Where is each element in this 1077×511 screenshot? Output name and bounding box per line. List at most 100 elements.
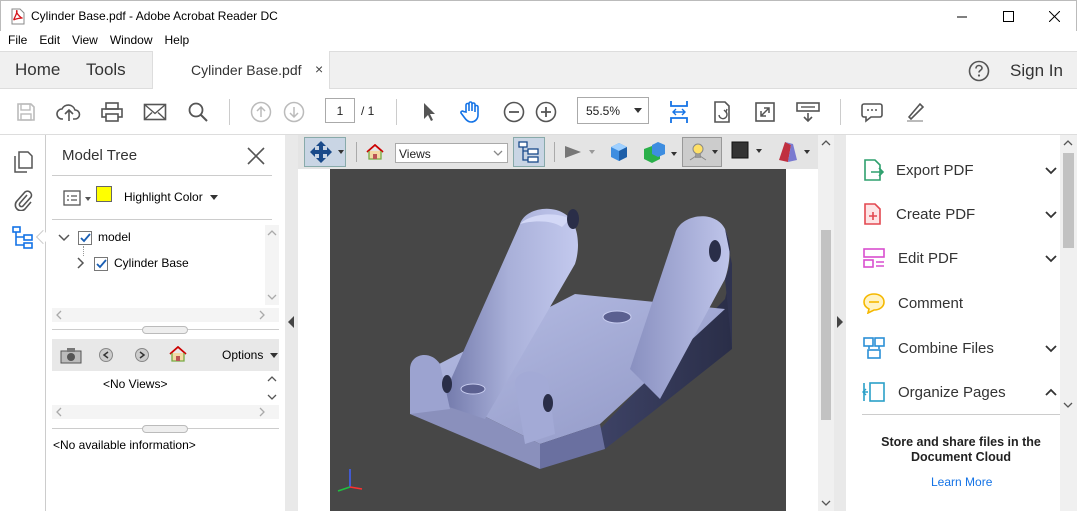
previous-view-icon[interactable] <box>99 348 113 362</box>
zoom-out-icon[interactable] <box>501 99 527 125</box>
zoom-level-value: 55.5% <box>586 104 621 118</box>
chevron-left-icon <box>288 316 295 328</box>
chevron-right-icon <box>837 316 844 328</box>
full-screen-icon[interactable] <box>752 99 778 125</box>
tree-horizontal-scrollbar[interactable] <box>52 308 279 322</box>
scroll-mode-icon[interactable] <box>795 99 821 125</box>
page-total-label: / 1 <box>361 104 375 118</box>
views-select[interactable]: Views <box>395 143 508 163</box>
scrollbar-thumb[interactable] <box>821 230 831 420</box>
collapse-left-panel-button[interactable] <box>285 135 298 511</box>
expand-chevron-right-icon[interactable] <box>76 257 86 269</box>
highlight-color-swatch[interactable] <box>96 186 112 202</box>
panel-splitter[interactable] <box>52 425 279 433</box>
search-icon[interactable] <box>185 99 211 125</box>
comment-tool-icon[interactable] <box>859 99 885 125</box>
document-cloud-promo: Store and share files in the Document Cl… <box>881 435 1041 464</box>
divider <box>52 175 272 176</box>
menu-window[interactable]: Window <box>110 31 159 51</box>
tree-options-icon[interactable] <box>63 189 93 207</box>
3d-rotate-tool-button[interactable] <box>304 137 346 167</box>
zoom-in-icon[interactable] <box>533 99 559 125</box>
divider <box>862 414 1060 415</box>
select-cursor-icon[interactable] <box>416 99 442 125</box>
sign-in-link[interactable]: Sign In <box>1010 61 1063 81</box>
page-thumbnails-icon[interactable] <box>13 151 33 173</box>
toolbar-separator <box>840 99 841 125</box>
projection-cube-icon[interactable] <box>608 141 630 163</box>
model-tree-panel: Model Tree Highlight Color model Cylinde… <box>47 135 285 511</box>
email-icon[interactable] <box>142 99 168 125</box>
acrobat-pdf-icon <box>10 8 26 25</box>
export-pdf-icon <box>862 158 884 182</box>
tree-item-cylinder-base[interactable]: Cylinder Base <box>114 256 189 270</box>
tree-vertical-scrollbar[interactable] <box>265 225 279 305</box>
expand-chevron-down-icon[interactable] <box>58 233 70 243</box>
tree-checkbox[interactable] <box>94 257 108 271</box>
tab-document[interactable]: Cylinder Base.pdf × <box>152 51 330 89</box>
page-number-input[interactable]: 1 <box>325 98 355 123</box>
collapse-right-panel-button[interactable] <box>834 135 846 511</box>
menu-file[interactable]: File <box>8 31 33 51</box>
attachments-icon[interactable] <box>13 189 33 211</box>
lighting-scheme-button[interactable] <box>682 137 722 167</box>
tool-export-pdf[interactable]: Export PDF <box>862 148 1058 192</box>
model-tree-icon[interactable] <box>11 225 35 249</box>
background-color-icon[interactable] <box>730 141 766 163</box>
panel-splitter[interactable] <box>52 326 279 334</box>
save-icon[interactable] <box>13 99 39 125</box>
hand-tool-icon[interactable] <box>458 99 484 125</box>
menu-view[interactable]: View <box>72 31 104 51</box>
next-page-icon[interactable] <box>281 99 307 125</box>
tool-comment[interactable]: Comment <box>862 281 1058 325</box>
chevron-down-icon[interactable] <box>1044 166 1058 175</box>
previous-page-icon[interactable] <box>248 99 274 125</box>
rotate-view-icon[interactable] <box>709 99 735 125</box>
chevron-down-icon[interactable] <box>1044 254 1058 263</box>
views-vertical-scrollbar[interactable] <box>265 373 279 403</box>
learn-more-link[interactable]: Learn More <box>931 475 992 489</box>
default-view-icon[interactable] <box>366 144 384 160</box>
chevron-down-icon[interactable] <box>1044 344 1058 353</box>
minimize-button[interactable] <box>939 1 985 32</box>
tab-home[interactable]: Home <box>15 60 60 80</box>
menu-edit[interactable]: Edit <box>39 31 66 51</box>
scrollbar-thumb[interactable] <box>1063 153 1074 248</box>
document-area: Views <box>298 135 834 511</box>
tools-pane-scrollbar[interactable] <box>1060 135 1077 511</box>
print-icon[interactable] <box>99 99 125 125</box>
maximize-button[interactable] <box>985 1 1031 32</box>
model-render-mode-icon[interactable] <box>642 140 678 164</box>
tree-item-model[interactable]: model <box>98 230 131 244</box>
views-horizontal-scrollbar[interactable] <box>52 405 279 419</box>
tree-checkbox[interactable] <box>78 231 92 245</box>
zoom-level-select[interactable]: 55.5% <box>577 97 649 124</box>
home-view-icon[interactable] <box>169 346 187 362</box>
next-view-icon[interactable] <box>135 348 149 362</box>
close-panel-icon[interactable] <box>246 146 266 166</box>
camera-view-icon[interactable] <box>60 346 82 364</box>
chevron-up-icon[interactable] <box>1044 388 1058 397</box>
upload-cloud-icon[interactable] <box>56 99 82 125</box>
tab-tools[interactable]: Tools <box>86 60 126 80</box>
chevron-down-icon[interactable] <box>1044 210 1058 219</box>
tool-organize-pages[interactable]: Organize Pages <box>862 370 1058 414</box>
minimize-icon <box>956 11 968 22</box>
3d-model-viewport[interactable] <box>330 169 786 511</box>
help-icon[interactable] <box>968 60 990 82</box>
highlight-color-dropdown[interactable]: Highlight Color <box>124 190 219 204</box>
close-button[interactable] <box>1031 1 1077 32</box>
play-animation-icon[interactable] <box>562 143 598 161</box>
highlight-pen-icon[interactable] <box>902 99 928 125</box>
tool-create-pdf[interactable]: Create PDF <box>862 192 1058 236</box>
tool-combine-files[interactable]: Combine Files <box>862 326 1058 370</box>
options-dropdown[interactable]: Options <box>222 348 278 362</box>
menu-help[interactable]: Help <box>165 31 196 51</box>
document-tab-close-button[interactable]: × <box>315 61 323 77</box>
cross-section-icon[interactable] <box>776 140 812 164</box>
toggle-model-tree-button[interactable] <box>513 137 545 167</box>
fit-width-icon[interactable] <box>666 99 692 125</box>
no-info-text: <No available information> <box>53 438 196 452</box>
document-vertical-scrollbar[interactable] <box>818 135 834 511</box>
tool-edit-pdf[interactable]: Edit PDF <box>862 236 1058 280</box>
